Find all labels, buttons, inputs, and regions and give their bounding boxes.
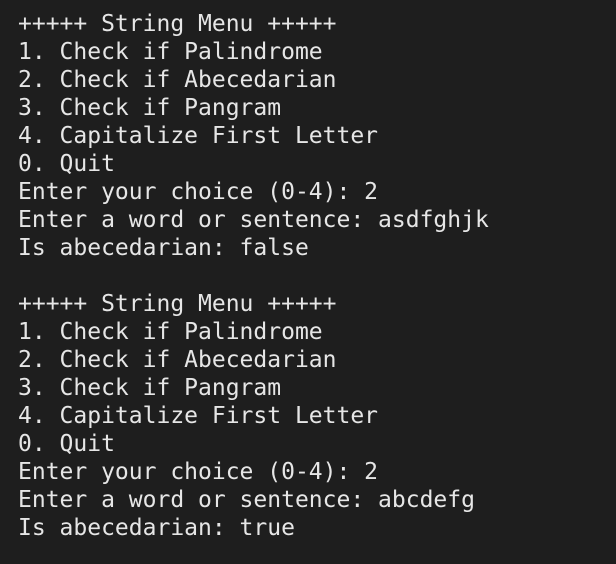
menu-option-capitalize: 4. Capitalize First Letter: [18, 403, 379, 429]
result-line: Is abecedarian: true: [18, 515, 295, 541]
menu-option-abecedarian: 2. Check if Abecedarian: [18, 67, 337, 93]
menu-option-pangram: 3. Check if Pangram: [18, 95, 282, 121]
menu-title: +++++ String Menu +++++: [18, 291, 337, 317]
input-prompt: Enter a word or sentence: abcdefg: [18, 487, 475, 513]
menu-option-palindrome: 1. Check if Palindrome: [18, 39, 323, 65]
terminal-output[interactable]: +++++ String Menu +++++ 1. Check if Pali…: [0, 0, 616, 564]
menu-option-pangram: 3. Check if Pangram: [18, 375, 282, 401]
input-prompt: Enter a word or sentence: asdfghjk: [18, 207, 489, 233]
choice-prompt: Enter your choice (0-4): 2: [18, 179, 379, 205]
menu-option-quit: 0. Quit: [18, 431, 115, 457]
result-line: Is abecedarian: false: [18, 235, 309, 261]
menu-option-abecedarian: 2. Check if Abecedarian: [18, 347, 337, 373]
choice-prompt: Enter your choice (0-4): 2: [18, 459, 379, 485]
menu-title: +++++ String Menu +++++: [18, 11, 337, 37]
menu-option-capitalize: 4. Capitalize First Letter: [18, 123, 379, 149]
menu-option-quit: 0. Quit: [18, 151, 115, 177]
menu-option-palindrome: 1. Check if Palindrome: [18, 319, 323, 345]
